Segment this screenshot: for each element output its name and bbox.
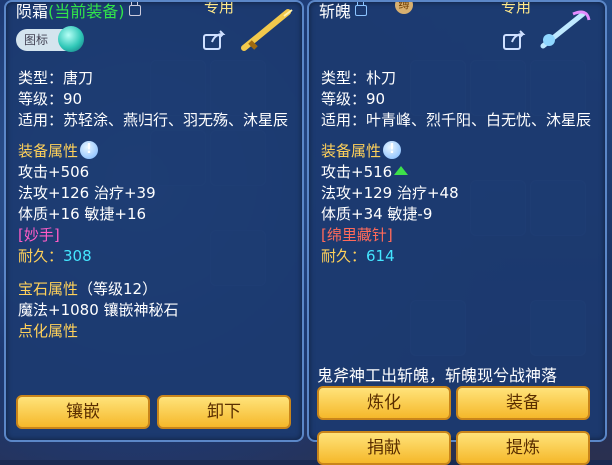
orb-icon xyxy=(58,26,84,52)
item-suitable: 适用：苏轻涂、燕归行、羽无殇、沐星辰 xyxy=(18,111,289,129)
durability-label: 耐久： xyxy=(18,247,64,265)
item-details: 类型：唐刀 等级：90 适用：苏轻涂、燕归行、羽无殇、沐星辰 装备属性! 攻击+… xyxy=(18,68,294,342)
item-level: 等级：90 xyxy=(18,90,83,108)
con-agi-stat: 体质+16 敏捷+16 xyxy=(18,205,147,223)
exclusive-label: 专用 xyxy=(501,0,532,16)
gem-header: 宝石属性 xyxy=(18,280,79,298)
attack-stat: 攻击+506 xyxy=(18,163,90,181)
magic-heal-stat: 法攻+126 治疗+39 xyxy=(18,184,156,202)
item-type: 类型：唐刀 xyxy=(18,69,94,87)
equipped-status: (当前装备) xyxy=(48,2,125,21)
info-icon[interactable]: ! xyxy=(80,140,99,159)
share-icon[interactable] xyxy=(203,30,227,50)
item-title: 陨霜(当前装备) xyxy=(16,2,141,22)
equipped-item-panel: 陨霜(当前装备) 专用 图标 类型：唐刀 等级：90 适用：苏轻涂、燕归行、羽无… xyxy=(4,0,304,442)
durability-label: 耐久： xyxy=(321,247,367,265)
up-arrow-icon xyxy=(394,166,409,175)
equip-button[interactable]: 装备 xyxy=(456,386,590,420)
gem-stats: 魔法+1080 镶嵌神秘石 xyxy=(18,301,179,319)
info-icon[interactable]: ! xyxy=(383,140,402,159)
sword-icon xyxy=(241,9,293,51)
magic-heal-stat: 法攻+129 治疗+48 xyxy=(321,184,459,202)
item-level: 等级：90 xyxy=(321,90,386,108)
durability-value: 308 xyxy=(63,247,92,265)
gem-level: （等级12） xyxy=(78,280,158,298)
refine-header: 点化属性 xyxy=(18,322,79,340)
unequip-button[interactable]: 卸下 xyxy=(157,395,291,429)
inlay-button[interactable]: 镶嵌 xyxy=(16,395,150,429)
item-title: 斩魄 xyxy=(319,2,368,22)
lock-icon[interactable] xyxy=(128,2,141,16)
item-name: 陨霜 xyxy=(16,2,49,21)
special-skill: [妙手] xyxy=(18,226,60,244)
attr-header: 装备属性 xyxy=(321,142,382,160)
bound-seal-icon: 缚 xyxy=(395,2,413,14)
durability-value: 614 xyxy=(366,247,395,265)
item-name: 斩魄 xyxy=(319,2,352,21)
exclusive-label: 专用 xyxy=(204,0,235,16)
share-icon[interactable] xyxy=(503,30,527,50)
item-details: 类型：朴刀 等级：90 适用：叶青峰、烈千阳、白无忧、沐星辰 装备属性! 攻击+… xyxy=(321,68,597,267)
item-suitable: 适用：叶青峰、烈千阳、白无忧、沐星辰 xyxy=(321,111,592,129)
blade-icon xyxy=(540,10,591,49)
lock-icon[interactable] xyxy=(355,2,368,16)
item-type: 类型：朴刀 xyxy=(321,69,397,87)
attr-header: 装备属性 xyxy=(18,142,79,160)
icon-toggle-label: 图标 xyxy=(24,33,49,47)
special-skill: [绵里藏针] xyxy=(321,226,393,244)
smelt-button[interactable]: 炼化 xyxy=(317,386,451,420)
item-flavor-text: 鬼斧神工出斩魄，斩魄现兮战神落 xyxy=(317,366,558,385)
attack-stat: 攻击+516 xyxy=(321,163,393,181)
con-agi-stat: 体质+34 敏捷-9 xyxy=(321,205,433,223)
